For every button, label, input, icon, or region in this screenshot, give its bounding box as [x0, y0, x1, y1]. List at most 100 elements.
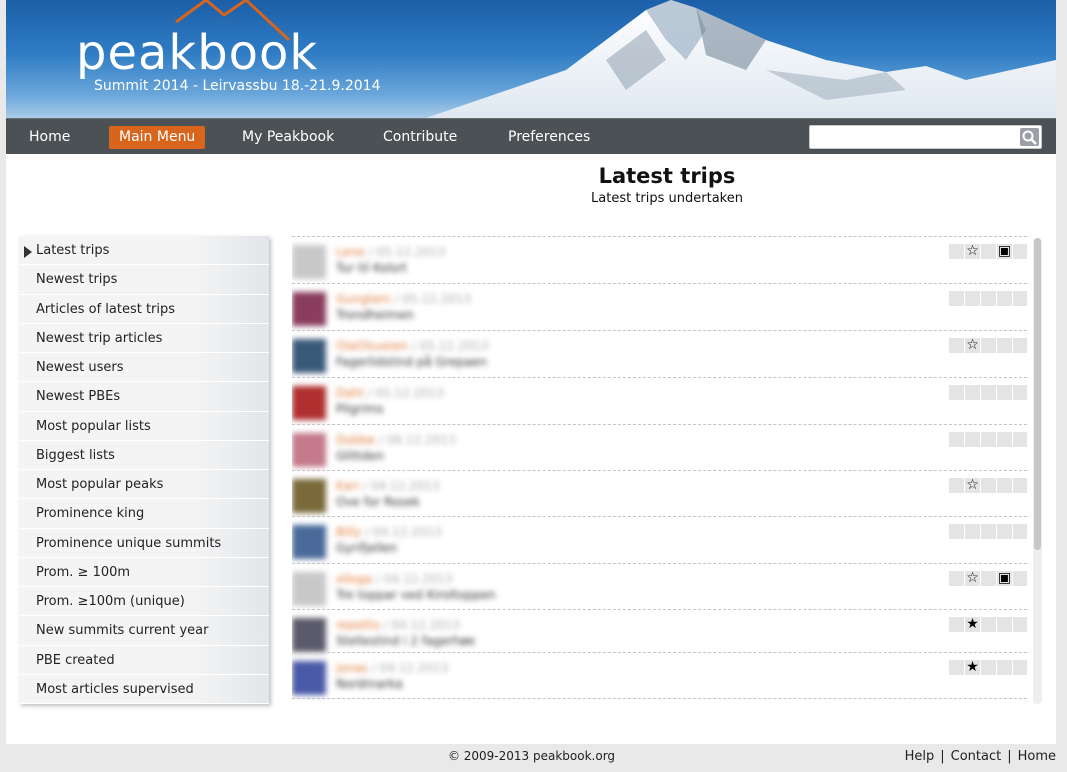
trip-user-link[interactable]: jonas — [336, 661, 368, 675]
nav-main-menu[interactable]: Main Menu — [109, 126, 206, 149]
search-icon — [1022, 130, 1037, 145]
empty-slot-icon — [965, 385, 980, 400]
trip-thumbnail[interactable] — [292, 479, 326, 513]
trip-row[interactable]: Kari / 04.12.2013 Ove for Rosek ☆ — [292, 470, 1027, 516]
trip-thumbnail[interactable] — [292, 245, 326, 279]
search-button[interactable] — [1020, 128, 1039, 146]
divider — [292, 698, 1027, 699]
empty-slot-icon — [1013, 660, 1027, 675]
nav-home[interactable]: Home — [19, 126, 80, 149]
trip-user-link[interactable]: olloga — [336, 572, 372, 586]
trip-row[interactable]: jonas / 04.12.2013 Nordmarka ★ — [292, 652, 1027, 698]
sidebar-item-newest-trip-articles[interactable]: Newest trip articles — [19, 323, 269, 353]
trip-description[interactable]: Glittden — [336, 449, 384, 463]
empty-slot-icon — [981, 291, 996, 306]
trip-date: 04.12.2013 — [373, 525, 442, 539]
trip-description[interactable]: Gyrifjellen — [336, 541, 397, 555]
trip-user-link[interactable]: repetto — [336, 618, 380, 632]
trip-meta-separator: / — [359, 479, 371, 493]
trip-thumbnail[interactable] — [292, 339, 326, 373]
empty-slot-icon — [997, 385, 1012, 400]
nav-preferences[interactable]: Preferences — [498, 126, 600, 149]
trip-icon-group: ☆ — [949, 338, 1027, 353]
sidebar-item-newest-users[interactable]: Newest users — [19, 353, 269, 383]
trip-description[interactable]: Stellestind i 2 fagerhøe — [336, 634, 475, 648]
empty-slot-icon — [965, 291, 980, 306]
trip-meta: Dahl / 05.12.2013 — [336, 386, 444, 400]
trip-description[interactable]: Ove for Rosek — [336, 495, 420, 509]
footer-link-contact[interactable]: Contact — [951, 749, 1002, 764]
trip-row[interactable]: olloga / 04.12.2013 Tre toppar ved Kirolt… — [292, 563, 1027, 609]
sidebar-item-latest-trips[interactable]: Latest trips — [19, 236, 269, 266]
sidebar-item-prom-100m[interactable]: Prom. ≥ 100m — [19, 557, 269, 587]
logo[interactable]: peakbook — [76, 26, 318, 80]
empty-slot-icon — [997, 291, 1012, 306]
sidebar-item-pbe-created[interactable]: PBE created — [19, 645, 269, 675]
trip-date: 05.12.2013 — [375, 386, 444, 400]
search-input[interactable] — [812, 128, 1017, 146]
empty-slot-icon — [1013, 432, 1027, 447]
trip-thumbnail[interactable] — [292, 618, 326, 652]
sidebar-item-articles-of-latest-trips[interactable]: Articles of latest trips — [19, 294, 269, 324]
footer-link-home[interactable]: Home — [1018, 749, 1056, 764]
trip-thumbnail[interactable] — [292, 433, 326, 467]
empty-slot-icon — [981, 244, 996, 259]
empty-slot-icon — [1013, 617, 1027, 632]
trip-description[interactable]: Trondheimen — [336, 308, 414, 322]
trip-icon-group: ☆ ▣ — [949, 571, 1027, 586]
trip-row[interactable]: repetto / 04.12.2013 Stellestind i 2 fage… — [292, 609, 1027, 655]
copyright: © 2009-2013 peakbook.org — [447, 749, 616, 763]
trip-user-link[interactable]: Billy — [336, 525, 361, 539]
sidebar-item-most-popular-lists[interactable]: Most popular lists — [19, 411, 269, 441]
trip-thumbnail[interactable] — [292, 292, 326, 326]
trip-row[interactable]: Lene / 05.12.2013 Tur til Kolsrt ☆ ▣ — [292, 236, 1027, 282]
trip-description[interactable]: Fagerlidstind på Grepaen — [336, 355, 487, 369]
scrollbar[interactable] — [1033, 238, 1042, 704]
empty-slot-icon — [949, 617, 964, 632]
trip-thumbnail[interactable] — [292, 661, 326, 695]
trip-thumbnail[interactable] — [292, 386, 326, 420]
trip-user-link[interactable]: Dobbe — [336, 433, 375, 447]
trip-user-link[interactable]: Gunglam — [336, 292, 391, 306]
sidebar-item-prominence-unique-summits[interactable]: Prominence unique summits — [19, 528, 269, 558]
trip-date: 05.12.2013 — [402, 292, 471, 306]
empty-slot-icon — [997, 524, 1012, 539]
empty-slot-icon — [1013, 291, 1027, 306]
trip-icon-group: ★ — [949, 617, 1027, 632]
trip-user-link[interactable]: Kari — [336, 479, 359, 493]
trip-meta-separator: / — [379, 618, 392, 632]
trip-row[interactable]: Dobbe / 06.12.2013 Glittden — [292, 424, 1027, 470]
trip-user-link[interactable]: Dahl — [336, 386, 364, 400]
empty-slot-icon — [981, 478, 996, 493]
main-nav: Home Main Menu My Peakbook Contribute Pr… — [6, 118, 1056, 154]
trip-meta-separator: / — [364, 245, 377, 259]
trip-row[interactable]: OlaOlsveien / 05.12.2013 Fagerlidstind på… — [292, 330, 1027, 376]
sidebar-item-most-popular-peaks[interactable]: Most popular peaks — [19, 470, 269, 500]
sidebar-item-prominence-king[interactable]: Prominence king — [19, 499, 269, 529]
trip-row[interactable]: Gunglam / 05.12.2013 Trondheimen — [292, 283, 1027, 329]
trip-description[interactable]: Tur til Kolsrt — [336, 261, 407, 275]
star-filled-icon: ★ — [965, 616, 980, 632]
sidebar-item-most-articles-supervised[interactable]: Most articles supervised — [19, 674, 269, 704]
trip-row[interactable]: Billy / 04.12.2013 Gyrifjellen — [292, 516, 1027, 562]
empty-slot-icon — [965, 524, 980, 539]
sidebar-item-new-summits-current-year[interactable]: New summits current year — [19, 616, 269, 646]
sidebar-item-newest-trips[interactable]: Newest trips — [19, 265, 269, 295]
trip-thumbnail[interactable] — [292, 525, 326, 559]
trip-user-link[interactable]: Lene — [336, 245, 365, 259]
sidebar-item-prom-100m-unique[interactable]: Prom. ≥100m (unique) — [19, 587, 269, 617]
nav-contribute[interactable]: Contribute — [373, 126, 467, 149]
trip-row[interactable]: Dahl / 05.12.2013 Pilgrims — [292, 377, 1027, 423]
sidebar-item-biggest-lists[interactable]: Biggest lists — [19, 440, 269, 470]
nav-my-peakbook[interactable]: My Peakbook — [232, 126, 344, 149]
trip-thumbnail[interactable] — [292, 572, 326, 606]
trip-meta: olloga / 04.12.2013 — [336, 572, 453, 586]
footer-link-help[interactable]: Help — [905, 749, 935, 764]
empty-slot-icon — [981, 617, 996, 632]
trip-description[interactable]: Pilgrims — [336, 402, 383, 416]
trip-user-link[interactable]: OlaOlsveien — [336, 339, 408, 353]
sidebar-item-newest-pbes[interactable]: Newest PBEs — [19, 382, 269, 412]
scrollbar-thumb[interactable] — [1034, 238, 1041, 550]
trip-description[interactable]: Tre toppar ved Kiroltoppen — [336, 588, 496, 602]
trip-description[interactable]: Nordmarka — [336, 677, 403, 691]
